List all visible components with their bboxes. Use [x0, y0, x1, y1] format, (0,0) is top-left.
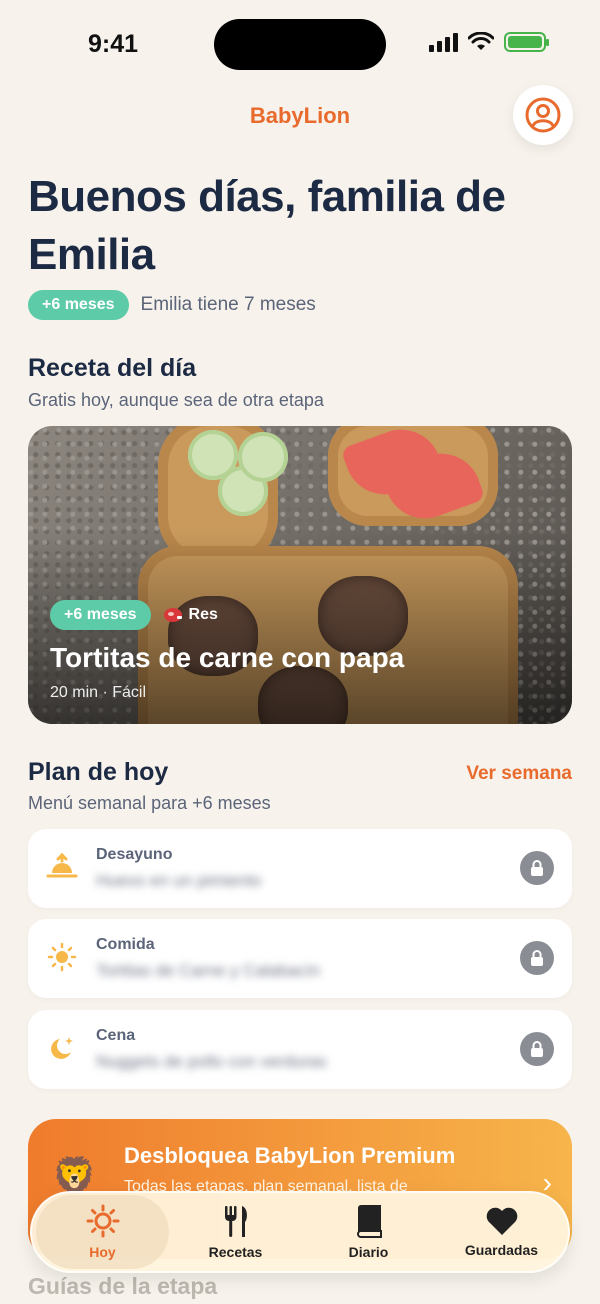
- sunrise-icon: [46, 851, 78, 883]
- brand-title: BabyLion: [249, 103, 351, 128]
- meal-name: Cena: [96, 1027, 136, 1044]
- meal-row-cena[interactable]: Cena Nuggets de pollo con verduras: [28, 1010, 572, 1089]
- recipe-tags: +6 meses Res: [50, 600, 218, 630]
- heart-icon: [486, 1207, 517, 1235]
- meal-row-desayuno[interactable]: Desayuno Huevo en un pimiento: [28, 829, 572, 908]
- dynamic-island: [214, 19, 386, 70]
- tab-recetas[interactable]: Recetas: [169, 1195, 302, 1269]
- lock-icon: [520, 851, 554, 885]
- greeting-title: Buenos días, familia de Emilia: [28, 172, 506, 279]
- book-icon: [356, 1205, 382, 1238]
- meal-dish-locked: Nuggets de pollo con verduras: [96, 1052, 327, 1071]
- age-text: Emilia tiene 7 meses: [140, 294, 316, 315]
- tab-diario[interactable]: Diario: [302, 1195, 435, 1269]
- stage-badge: +6 meses: [28, 290, 129, 320]
- recipe-card[interactable]: +6 meses Res Tortitas de carne con papa …: [28, 426, 572, 724]
- meal-row-comida[interactable]: Comida Tortitas de Carne y Calabacín: [28, 919, 572, 998]
- meat-icon: [163, 608, 182, 622]
- sun-icon: [46, 941, 78, 973]
- wifi-icon: [468, 32, 494, 50]
- meal-dish-locked: Huevo en un pimiento: [96, 871, 262, 890]
- meal-name: Comida: [96, 936, 155, 953]
- moon-icon: [46, 1032, 78, 1064]
- protein-tag: Res: [163, 606, 218, 624]
- profile-button[interactable]: [513, 85, 573, 145]
- recipe-stage-badge: +6 meses: [50, 600, 151, 630]
- premium-title: Desbloquea BabyLion Premium: [124, 1143, 456, 1168]
- meal-name: Desayuno: [96, 846, 173, 863]
- cellular-signal-icon: [429, 32, 458, 52]
- tab-bar: Hoy Recetas Diario Guardadas: [30, 1191, 570, 1273]
- recipe-section-title: Receta del día: [28, 354, 197, 382]
- battery-icon: [504, 32, 549, 52]
- lock-icon: [520, 1032, 554, 1066]
- plan-section-title: Plan de hoy: [28, 758, 169, 786]
- sun-icon: [86, 1204, 119, 1238]
- status-icons: [429, 32, 549, 52]
- tab-hoy[interactable]: Hoy: [36, 1195, 169, 1269]
- tab-guardadas[interactable]: Guardadas: [435, 1195, 568, 1269]
- fork-knife-icon: [224, 1206, 247, 1237]
- user-icon: [525, 97, 561, 133]
- recipe-section-subtitle: Gratis hoy, aunque sea de otra etapa: [28, 390, 324, 410]
- status-time: 9:41: [88, 30, 139, 58]
- meal-dish-locked: Tortitas de Carne y Calabacín: [96, 961, 320, 980]
- tab-label: Diario: [348, 1244, 389, 1260]
- lock-icon: [520, 941, 554, 975]
- card-gradient: [28, 426, 572, 724]
- tab-label: Guardadas: [464, 1242, 539, 1258]
- plan-section-subtitle: Menú semanal para +6 meses: [28, 793, 271, 813]
- status-bar: 9:41: [0, 0, 600, 90]
- recipe-meta: 20 min · Fácil: [50, 684, 147, 701]
- stage-row: +6 meses Emilia tiene 7 meses: [28, 290, 316, 320]
- tab-label: Hoy: [89, 1244, 116, 1260]
- stage-guides-title: Guías de la etapa: [28, 1273, 218, 1299]
- recipe-title: Tortitas de carne con papa: [50, 642, 405, 673]
- protein-label: Res: [188, 606, 218, 623]
- tab-label: Recetas: [208, 1244, 263, 1260]
- see-week-link[interactable]: Ver semana: [466, 763, 572, 785]
